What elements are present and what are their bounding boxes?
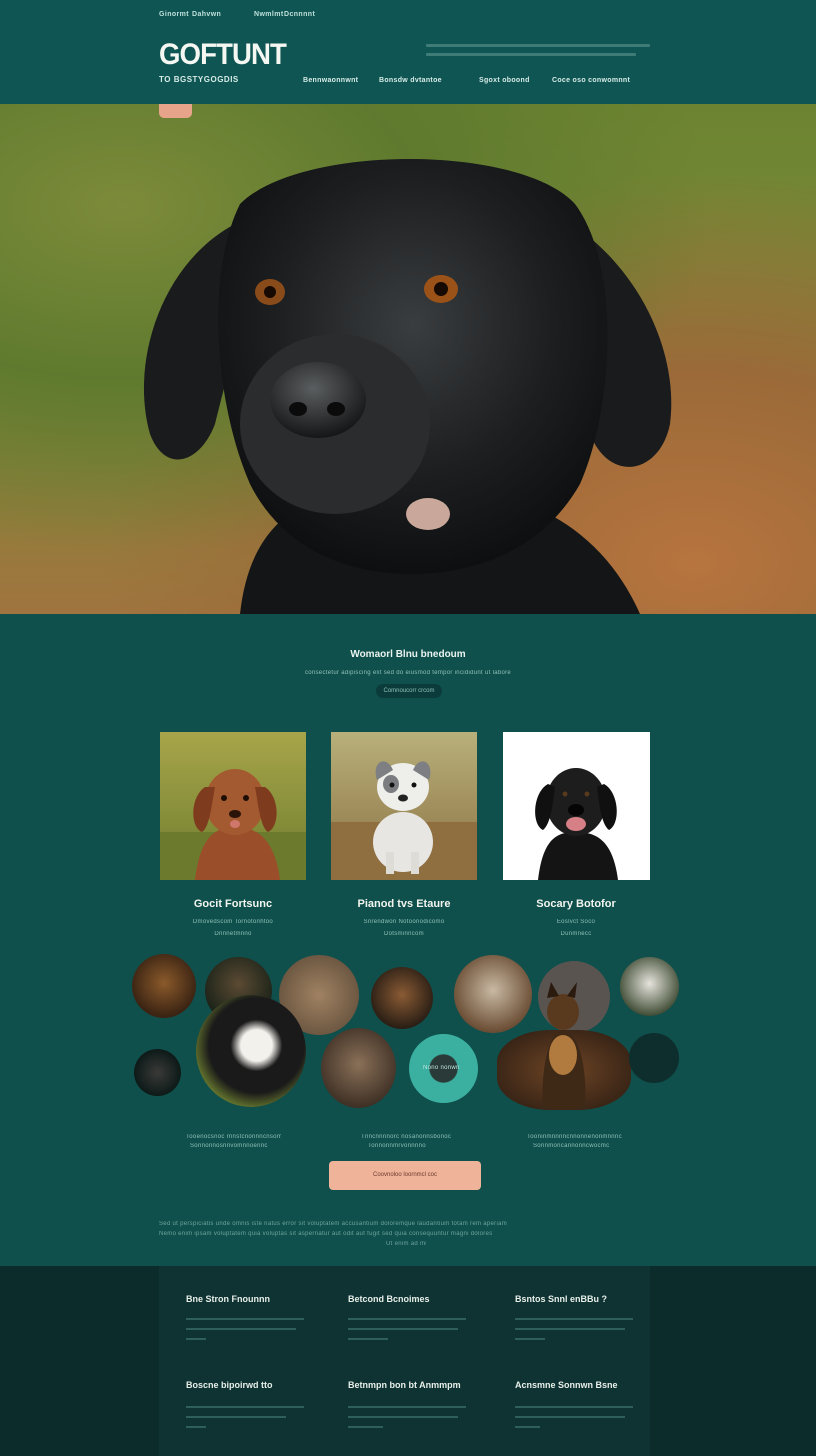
card-text-2: Snrendwon Notoonodicomo bbox=[363, 919, 445, 925]
card-image-1[interactable] bbox=[160, 732, 306, 880]
card-text-1b: Dnnnetmnno bbox=[214, 931, 252, 937]
footer-heading-5[interactable]: Betnmpn bon bt Anmmpm bbox=[348, 1380, 461, 1390]
site-logo[interactable]: GOFTUNT bbox=[159, 38, 287, 72]
card-text-3: Eoslvct Soco bbox=[556, 919, 596, 925]
gallery-circle-1[interactable] bbox=[132, 954, 196, 1018]
top-link-2[interactable]: Dahvwn bbox=[192, 11, 221, 18]
nav-item-4[interactable]: Coce oso conwomnnt bbox=[552, 77, 630, 84]
card-title-1[interactable]: Gocit Fortsunc bbox=[143, 898, 323, 910]
footer-heading-4[interactable]: Boscne bipoirwd tto bbox=[186, 1380, 273, 1390]
gallery-circle-7[interactable] bbox=[620, 957, 679, 1016]
footer-heading-1[interactable]: Bne Stron Fnounnn bbox=[186, 1294, 270, 1304]
site-footer: Bne Stron Fnounnn Betcond Bcnoimes Bsnto… bbox=[0, 1266, 816, 1456]
gallery-caption-1: Tooenocsnoc rnnstcnonnncnsom bbox=[186, 1134, 281, 1140]
footer-text-2 bbox=[348, 1318, 466, 1348]
footer-text-4 bbox=[186, 1406, 304, 1436]
hero-image bbox=[0, 104, 816, 614]
card-text-3b: Dunmnecc bbox=[560, 931, 592, 937]
card-title-2[interactable]: Pianod tvs Etaure bbox=[314, 898, 494, 910]
footer-text-6 bbox=[515, 1406, 633, 1436]
card-text-2b: Dotsminncom bbox=[384, 931, 424, 937]
nav-item-2[interactable]: Bonsdw dvtantoe bbox=[379, 77, 442, 84]
top-link-4[interactable]: Dcnnnnt bbox=[284, 11, 315, 18]
gallery-caption-3: Tooninmnnnncnnonnenonmnnnc bbox=[527, 1134, 622, 1140]
gallery-circle-4[interactable] bbox=[371, 967, 433, 1029]
gallery-circle-5[interactable] bbox=[454, 955, 532, 1033]
gallery-caption-2b: Tonnonnmrvonnnno bbox=[368, 1143, 426, 1149]
nav-item-1[interactable]: Bennwaonnwnt bbox=[303, 77, 358, 84]
card-text-1: Dmovedscom Tornotonhtoo bbox=[192, 919, 274, 925]
gallery-caption-2: Tnncnnnnorc nosanonnsbonoc bbox=[361, 1134, 451, 1140]
footer-text-1 bbox=[186, 1318, 304, 1348]
german-shepherd-icon bbox=[542, 982, 586, 1108]
section-subtitle: consectetur adipiscing elit sed do eiusm… bbox=[304, 670, 512, 676]
footer-heading-2[interactable]: Betcond Bcnoimes bbox=[348, 1294, 430, 1304]
gallery-circle-12[interactable] bbox=[629, 1033, 679, 1083]
hero-tag bbox=[159, 104, 192, 118]
gallery-circle-10[interactable] bbox=[321, 1028, 396, 1108]
gallery-circle-8[interactable] bbox=[134, 1049, 181, 1096]
section-title: Womaorl Blnu bnedoum bbox=[350, 649, 466, 660]
nav-item-3[interactable]: Sgoxt oboond bbox=[479, 77, 530, 84]
long-text-line-2: Nemo enim ipsam voluptatem quia voluptas… bbox=[159, 1231, 493, 1237]
gallery-badge-text: Nono nonwn bbox=[423, 1065, 460, 1071]
gallery-circle-badge[interactable]: Nono nonwn bbox=[409, 1034, 478, 1103]
gallery-caption-3b: Sonnmoncannonncwocmc bbox=[533, 1143, 610, 1149]
cta-button[interactable]: Coovnoloo loornmcl coc bbox=[329, 1161, 481, 1190]
card-title-3[interactable]: Socary Botofor bbox=[486, 898, 666, 910]
footer-text-3 bbox=[515, 1318, 633, 1348]
card-image-3[interactable] bbox=[503, 732, 650, 880]
long-text-line-3: Ut enim ad minima bbox=[386, 1241, 426, 1247]
top-link-3[interactable]: Nwmlmt bbox=[254, 11, 284, 18]
footer-text-5 bbox=[348, 1406, 466, 1436]
gallery-caption-1b: Sonnonnosnnvomnnoennc bbox=[190, 1143, 268, 1149]
section-pill-button[interactable]: Comnoucorr crcom bbox=[376, 684, 442, 698]
long-text-line-1: Sed ut perspiciatis unde omnis iste natu… bbox=[159, 1221, 508, 1227]
site-tagline: TO BGSTYGOGDIS bbox=[159, 75, 239, 84]
footer-heading-3[interactable]: Bsntos Snnl enBBu ? bbox=[515, 1294, 607, 1304]
top-link-1[interactable]: Ginormt bbox=[159, 11, 189, 18]
card-image-2[interactable] bbox=[331, 732, 477, 880]
black-dog-portrait-icon bbox=[143, 159, 672, 614]
header-blurb-line bbox=[426, 53, 636, 56]
brown-dog-photo-icon bbox=[160, 769, 306, 880]
grey-puppy-photo-icon bbox=[331, 761, 477, 880]
black-dog-photo-icon bbox=[535, 768, 618, 880]
footer-heading-6[interactable]: Acnsmne Sonnwn Bsne bbox=[515, 1380, 618, 1390]
site-header: Ginormt Dahvwn Nwmlmt Dcnnnnt GOFTUNT TO… bbox=[0, 0, 816, 104]
gallery-circle-9[interactable] bbox=[196, 995, 306, 1107]
header-blurb bbox=[426, 44, 650, 62]
header-blurb-line bbox=[426, 44, 650, 47]
